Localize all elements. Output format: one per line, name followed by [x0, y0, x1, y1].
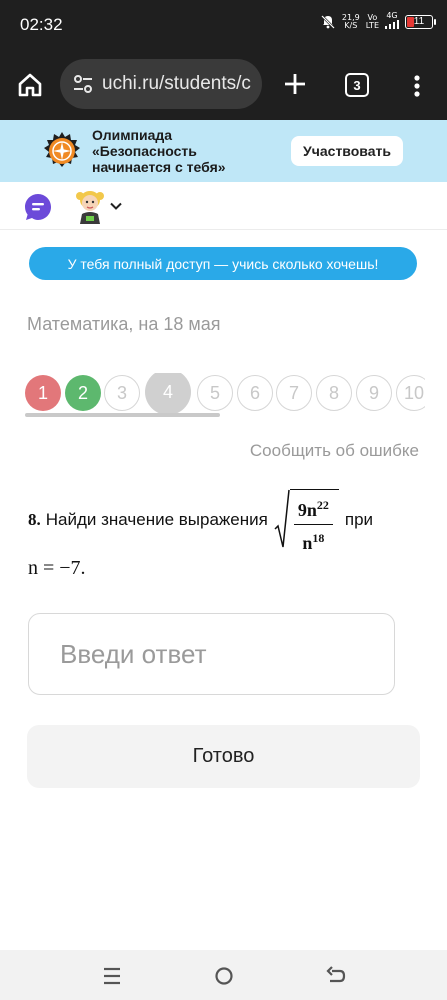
status-bar: 02:32 21,9 K/S Vo LTE 4G 11: [0, 0, 447, 50]
lesson-title: Математика, на 18 мая: [27, 314, 221, 334]
fraction-denominator: n18: [298, 525, 328, 553]
answer-input[interactable]: [28, 613, 395, 695]
progress-step-1[interactable]: 1: [25, 375, 61, 411]
app-header: [0, 182, 447, 230]
progress-scroll-track[interactable]: [25, 413, 220, 417]
system-nav-bar: [0, 950, 447, 1000]
progress-step-2[interactable]: 2: [65, 375, 101, 411]
denominator-base: n: [302, 532, 313, 553]
numerator-exponent: 22: [316, 497, 329, 512]
chevron-down-icon[interactable]: [110, 202, 122, 210]
compass-badge-icon: [44, 132, 80, 167]
task-condition: n = −7.: [28, 557, 86, 579]
signal-indicator: 4G: [385, 12, 399, 31]
battery-level: 11: [413, 16, 425, 27]
progress-step-7[interactable]: 7: [276, 375, 312, 411]
progress-step-9[interactable]: 9: [356, 375, 392, 411]
net-speed-unit: K/S: [344, 20, 358, 30]
avatar[interactable]: [74, 188, 106, 224]
volte-bottom: LTE: [365, 20, 379, 30]
done-button[interactable]: Готово: [27, 725, 420, 788]
progress-step-5[interactable]: 5: [197, 375, 233, 411]
url-text: uchi.ru/students/c: [102, 73, 251, 94]
fraction: 9n22 n18: [289, 489, 339, 553]
full-access-banner: У тебя полный доступ — учись сколько хоч…: [29, 247, 417, 280]
volte-indicator: Vo LTE: [365, 13, 379, 30]
task-progress: 1 2 3 4 5 6 7 8 9 10: [25, 373, 425, 417]
net-speed: 21,9 K/S: [342, 13, 360, 30]
address-bar[interactable]: uchi.ru/students/c: [60, 59, 262, 109]
home-icon[interactable]: [16, 71, 44, 99]
sqrt-expression: 9n22 n18: [274, 489, 339, 553]
task-number: 8.: [28, 510, 41, 529]
recent-apps-icon[interactable]: [100, 964, 124, 988]
battery-icon: 11: [405, 14, 436, 29]
back-icon[interactable]: [324, 964, 348, 988]
progress-step-4[interactable]: 4: [145, 373, 191, 415]
report-error-link[interactable]: Сообщить об ошибке: [250, 441, 419, 461]
home-circle-icon[interactable]: [212, 964, 236, 988]
olympiad-promo-banner[interactable]: Олимпиада «Безопасность начинается с теб…: [0, 120, 447, 182]
promo-text: Олимпиада «Безопасность начинается с теб…: [92, 127, 226, 175]
progress-step-8[interactable]: 8: [316, 375, 352, 411]
progress-step-6[interactable]: 6: [237, 375, 273, 411]
signal-label: 4G: [386, 11, 398, 20]
chat-icon[interactable]: [24, 193, 52, 221]
task-text-after: при: [344, 510, 374, 529]
mute-bell-icon: [321, 14, 335, 29]
progress-step-3[interactable]: 3: [104, 375, 140, 411]
site-settings-icon[interactable]: [72, 73, 94, 95]
status-icons: 21,9 K/S Vo LTE 4G 11: [320, 12, 436, 31]
denominator-exponent: 18: [312, 530, 325, 545]
browser-toolbar: uchi.ru/students/c 3: [0, 50, 447, 120]
numerator-base: 9n: [297, 499, 317, 520]
more-vert-icon[interactable]: [408, 72, 426, 100]
participate-button[interactable]: Участвовать: [291, 136, 403, 166]
progress-step-10[interactable]: 10: [396, 375, 425, 411]
status-time: 02:32: [20, 15, 63, 34]
signal-icon: [385, 20, 399, 29]
new-tab-icon[interactable]: [281, 70, 309, 98]
task-text: Найди значение выражения: [45, 510, 268, 529]
fraction-numerator: 9n22: [293, 495, 333, 525]
task-statement: 8. Найди значение выражения 9n22 n18 при…: [28, 485, 423, 580]
sqrt-sign: [274, 489, 290, 548]
tab-switcher-button[interactable]: 3: [345, 73, 369, 97]
